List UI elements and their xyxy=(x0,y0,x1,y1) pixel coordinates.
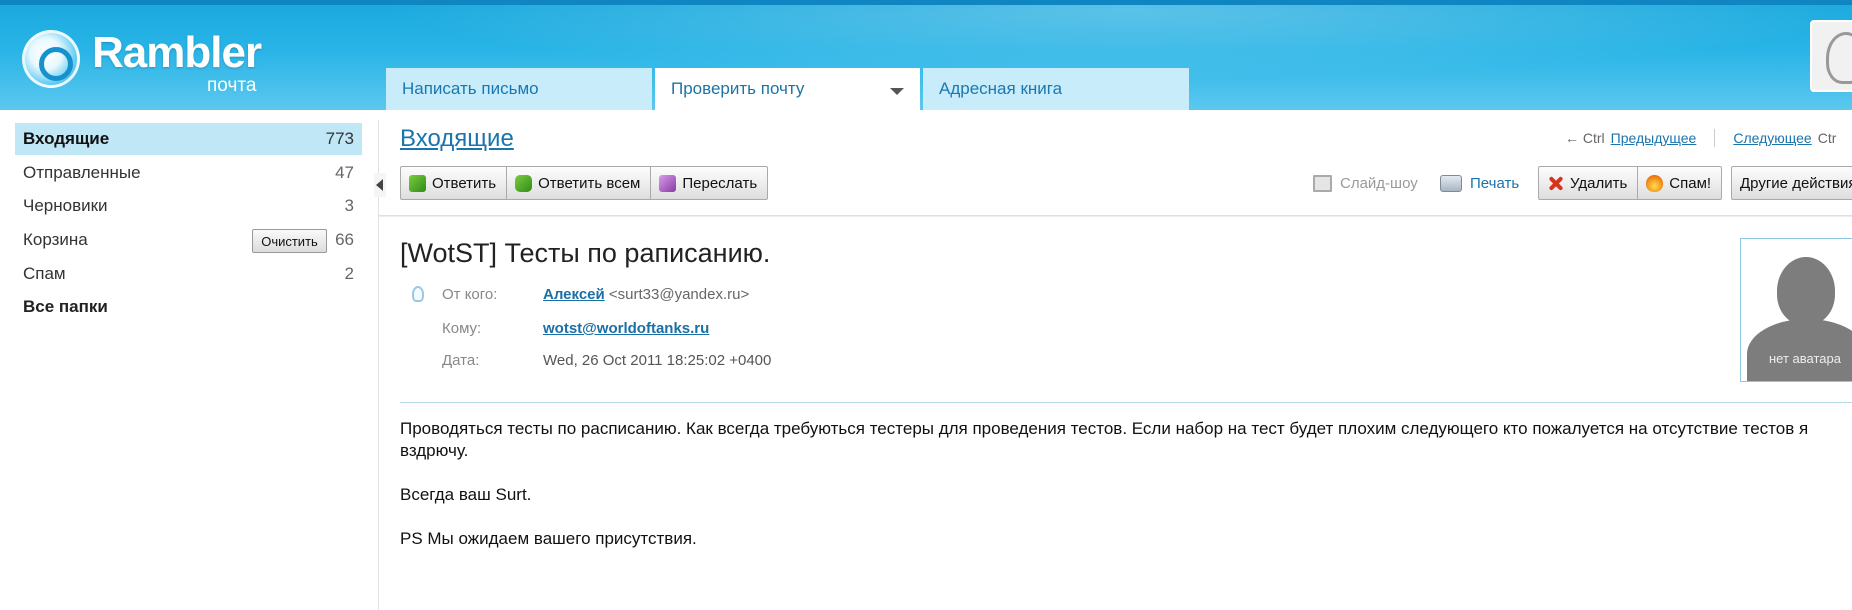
folder-drafts[interactable]: Черновики 3 xyxy=(15,190,362,222)
forward-label: Переслать xyxy=(682,174,758,192)
next-message-link[interactable]: Следующее xyxy=(1733,130,1811,146)
forward-icon xyxy=(659,174,677,192)
folder-inbox[interactable]: Входящие 773 xyxy=(15,123,362,155)
previous-message-link[interactable]: Предыдущее xyxy=(1611,130,1697,146)
nav-divider xyxy=(1714,129,1716,147)
body-paragraph: Всегда ваш Surt. xyxy=(400,485,532,504)
other-actions-label: Другие действия xyxy=(1740,174,1852,192)
to-label: Кому: xyxy=(442,320,482,337)
from-value: Алексей <surt33@yandex.ru> xyxy=(543,286,749,303)
chevron-down-icon[interactable] xyxy=(890,87,904,95)
message-subject: [WotST] Тесты по раписанию. xyxy=(400,238,771,268)
folder-all[interactable]: Все папки xyxy=(15,291,362,323)
user-avatar[interactable] xyxy=(1810,20,1852,92)
sender-avatar: нет аватара xyxy=(1740,238,1852,382)
folder-spam[interactable]: Спам 2 xyxy=(15,258,362,290)
rambler-logo-icon xyxy=(22,30,80,88)
folder-label: Все папки xyxy=(23,297,108,316)
reply-all-icon xyxy=(515,174,533,192)
tab-check-mail[interactable]: Проверить почту xyxy=(655,68,920,110)
spam-button[interactable]: Спам! xyxy=(1638,167,1721,199)
folder-sidebar: Входящие 773 Отправленные 47 Черновики 3… xyxy=(0,110,378,610)
date-label: Дата: xyxy=(442,352,480,369)
ctrl-next-hint: Ctr xyxy=(1817,130,1837,146)
rambler-logo[interactable]: Rambler почта xyxy=(22,28,292,100)
folder-count: 66 xyxy=(335,230,354,249)
other-actions-button[interactable]: Другие действия xyxy=(1732,167,1852,199)
forward-button[interactable]: Переслать xyxy=(651,167,767,199)
sender-email: <surt33@yandex.ru> xyxy=(608,286,750,303)
tab-address-book[interactable]: Адресная книга xyxy=(923,68,1189,110)
flame-icon xyxy=(1646,174,1664,192)
folder-label: Черновики xyxy=(23,196,108,215)
spam-label: Спам! xyxy=(1669,174,1712,192)
toolbar-divider xyxy=(379,215,1852,217)
delete-label: Удалить xyxy=(1570,174,1628,192)
logo-text: Rambler xyxy=(92,28,262,77)
from-label: От кого: xyxy=(442,286,498,303)
printer-icon xyxy=(1440,175,1462,192)
clear-trash-button[interactable]: Очистить xyxy=(252,229,327,253)
message-divider xyxy=(400,402,1852,403)
reply-button[interactable]: Ответить xyxy=(401,167,508,199)
folder-count: 3 xyxy=(344,196,354,215)
reply-label: Ответить xyxy=(432,174,497,192)
page-title[interactable]: Входящие xyxy=(400,125,514,153)
app-header: Rambler почта Написать письмо Проверить … xyxy=(0,0,1852,110)
to-value: wotst@worldoftanks.ru xyxy=(543,320,709,337)
message-body: Проводяться тесты по расписанию. Как все… xyxy=(400,418,1840,572)
folder-label: Спам xyxy=(23,264,66,283)
folder-label: Входящие xyxy=(23,129,110,148)
print-label: Печать xyxy=(1470,175,1520,192)
folder-count: 47 xyxy=(335,163,354,182)
other-actions-toolbar: Другие действия xyxy=(1731,166,1852,200)
tab-compose[interactable]: Написать письмо xyxy=(386,68,652,110)
message-navigation: ← Ctrl Предыдущее Следующее Ctr xyxy=(1565,129,1836,147)
delete-icon xyxy=(1547,175,1564,192)
avatar-head-icon xyxy=(1777,257,1835,325)
tab-check-mail-label: Проверить почту xyxy=(671,79,805,98)
delete-button[interactable]: Удалить xyxy=(1539,167,1639,199)
lightbulb-icon xyxy=(412,286,424,302)
date-value: Wed, 26 Oct 2011 18:25:02 +0400 xyxy=(543,352,772,369)
delete-toolbar: Удалить Спам! xyxy=(1538,166,1723,200)
body-paragraph: Проводяться тесты по расписанию. Как все… xyxy=(400,419,1809,460)
reply-toolbar: Ответить Ответить всем Переслать xyxy=(400,166,769,200)
print-button[interactable]: Печать xyxy=(1440,175,1519,192)
folder-count: 2 xyxy=(344,264,354,283)
folder-label: Корзина xyxy=(23,230,88,249)
body-paragraph: PS Мы ожидаем вашего присутствия. xyxy=(400,529,697,548)
logo-subtitle: почта xyxy=(207,75,257,96)
header-top-line xyxy=(0,0,1852,5)
slideshow-label: Слайд-шоу xyxy=(1340,175,1418,192)
reply-all-button[interactable]: Ответить всем xyxy=(507,167,652,199)
folder-sent[interactable]: Отправленные 47 xyxy=(15,157,362,189)
reply-all-label: Ответить всем xyxy=(538,174,641,192)
slideshow-button: Слайд-шоу xyxy=(1313,175,1418,192)
slideshow-icon xyxy=(1313,175,1332,192)
ctrl-prev-hint: ← Ctrl xyxy=(1565,130,1605,146)
sender-name-link[interactable]: Алексей xyxy=(543,286,605,303)
recipient-link[interactable]: wotst@worldoftanks.ru xyxy=(543,320,709,337)
avatar-caption: нет аватара xyxy=(1769,351,1841,366)
tab-compose-label: Написать письмо xyxy=(402,79,539,98)
folder-label: Отправленные xyxy=(23,163,141,182)
tab-address-book-label: Адресная книга xyxy=(939,79,1063,98)
reply-icon xyxy=(409,174,426,192)
folder-count: 773 xyxy=(325,129,354,148)
collapse-sidebar-icon[interactable] xyxy=(374,173,386,197)
main-tabs: Написать письмо Проверить почту Адресная… xyxy=(386,68,1189,110)
